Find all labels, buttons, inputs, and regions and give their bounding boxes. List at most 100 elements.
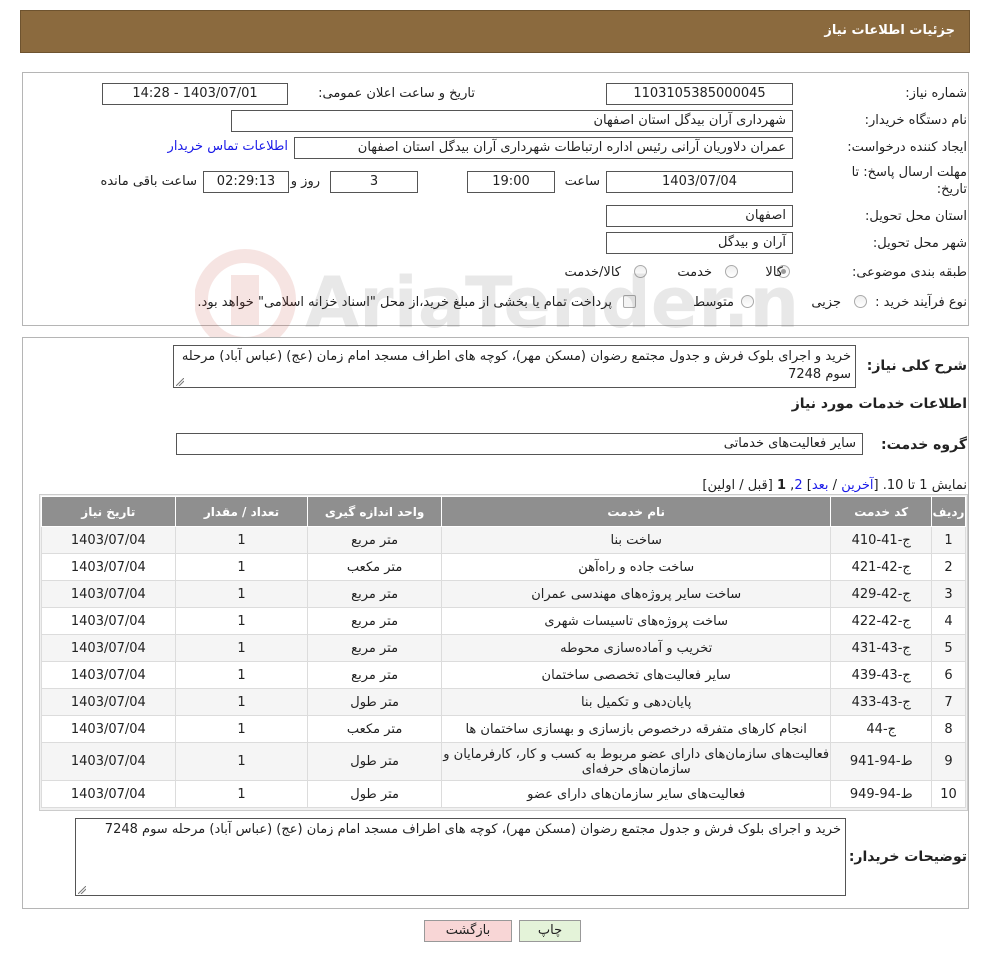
category-label: طبقه بندی موضوعی:	[851, 265, 967, 280]
paging-next-link[interactable]: بعد	[812, 478, 829, 493]
cell-need-date: 1403/07/04	[41, 526, 176, 554]
cell-unit: متر طول	[307, 780, 442, 808]
deadline-label: مهلت ارسال پاسخ: تا	[851, 165, 967, 180]
cell-unit: متر مربع	[307, 661, 442, 689]
cell-need-date: 1403/07/04	[41, 553, 176, 581]
category-radio-service[interactable]	[725, 265, 738, 278]
cell-service-name: انجام کارهای متفرقه درخصوص بازسازی و بهس…	[440, 715, 832, 743]
table-row: 4 ج-42-422 ساخت پروژه‌های تاسیسات شهری متر …	[41, 607, 967, 635]
cell-service-name: ساخت سایر پروژه‌های مهندسی عمران	[440, 580, 832, 608]
remaining-label: ساعت باقی مانده	[100, 174, 197, 189]
table-row: 9 ط-94-941 فعالیت‌های سازمان‌های دارای عضو…	[41, 742, 967, 781]
paging-last-link[interactable]: آخرین	[841, 478, 873, 493]
deadline-time-field: 19:00	[467, 171, 555, 193]
cell-service-code: ج-44	[830, 715, 932, 743]
process-option-medium: متوسط	[693, 295, 734, 310]
cell-row: 6	[930, 661, 967, 689]
treasury-payment-note: پرداخت تمام یا بخشی از مبلغ خرید،از محل …	[197, 295, 612, 310]
buyer-desc-text: خرید و اجرای بلوک فرش و جدول مجتمع رضوان…	[104, 822, 841, 837]
table-row: 10 ط-94-949 فعالیت‌های سایر سازمان‌های دار…	[41, 780, 967, 808]
category-option-service: خدمت	[677, 265, 712, 280]
process-radio-medium[interactable]	[741, 295, 754, 308]
cell-service-name: فعالیت‌های سایر سازمان‌های دارای عضو	[440, 780, 832, 808]
cell-need-date: 1403/07/04	[41, 715, 176, 743]
cell-quantity: 1	[174, 553, 309, 581]
cell-service-code: ط-94-941	[830, 742, 932, 781]
city-field: آران و بیدگل	[606, 232, 793, 254]
resize-handle-icon[interactable]	[176, 378, 184, 386]
cell-row: 1	[930, 526, 967, 554]
pagination: نمایش 1 تا 10. [آخرین / بعد] 2, 1 [قبل /…	[702, 478, 967, 493]
table-row: 2 ج-42-421 ساخت جاده و راه‌آهن متر مکعب 1 140…	[41, 553, 967, 581]
buyer-desc-label: توضیحات خریدار:	[848, 849, 967, 865]
cell-quantity: 1	[174, 742, 309, 781]
summary-textarea[interactable]: خرید و اجرای بلوک فرش و جدول مجتمع رضوان…	[173, 345, 856, 388]
buyer-desc-textarea[interactable]: خرید و اجرای بلوک فرش و جدول مجتمع رضوان…	[75, 818, 846, 896]
deadline-date-field: 1403/07/04	[606, 171, 793, 193]
cell-service-code: ج-42-422	[830, 607, 932, 635]
cell-quantity: 1	[174, 715, 309, 743]
paging-page-2-link[interactable]: 2	[794, 478, 802, 493]
col-need-date: تاریخ نیاز	[41, 496, 176, 527]
cell-quantity: 1	[174, 580, 309, 608]
table-row: 7 ج-43-433 پایان‌دهی و تکمیل بنا متر طول 1 14…	[41, 688, 967, 716]
buyer-org-field: شهرداری آران بیدگل استان اصفهان	[231, 110, 793, 132]
cell-row: 3	[930, 580, 967, 608]
cell-service-code: ج-42-421	[830, 553, 932, 581]
services-table: ردیف کد خدمت نام خدمت واحد اندازه گیری ت…	[41, 496, 967, 808]
cell-need-date: 1403/07/04	[41, 661, 176, 689]
cell-row: 4	[930, 607, 967, 635]
table-row: 1 ج-41-410 ساخت بنا متر مربع 1 1403/07/04	[41, 526, 967, 554]
back-button[interactable]: بازگشت	[424, 920, 512, 942]
process-radio-minor[interactable]	[854, 295, 867, 308]
requester-label: ایجاد کننده درخواست:	[847, 140, 967, 155]
resize-handle-icon[interactable]	[78, 886, 86, 894]
cell-service-name: سایر فعالیت‌های تخصصی ساختمان	[440, 661, 832, 689]
page-header: جزئیات اطلاعات نیاز	[20, 10, 970, 53]
cell-need-date: 1403/07/04	[41, 688, 176, 716]
paging-prev-first: [قبل / اولین]	[702, 478, 773, 493]
need-number-label: شماره نیاز:	[905, 86, 967, 101]
cell-row: 5	[930, 634, 967, 662]
days-field: 3	[330, 171, 418, 193]
table-row: 3 ج-42-429 ساخت سایر پروژه‌های مهندسی عمرا…	[41, 580, 967, 608]
remaining-time-field: 02:29:13	[203, 171, 289, 193]
cell-service-name: فعالیت‌های سازمان‌های دارای عضو مربوط به…	[440, 742, 832, 781]
paging-bracket-open: [	[873, 478, 879, 493]
cell-service-name: تخریب و آماده‌سازی محوطه	[440, 634, 832, 662]
buyer-org-label: نام دستگاه خریدار:	[864, 113, 967, 128]
services-title: اطلاعات خدمات مورد نیاز	[791, 396, 967, 412]
cell-unit: متر مربع	[307, 634, 442, 662]
cell-row: 10	[930, 780, 967, 808]
requester-field: عمران دلاوریان آرانی رئیس اداره ارتباطات…	[294, 137, 793, 159]
deadline-label-date: تاریخ:	[936, 182, 967, 197]
need-number-field: 1103105385000045	[606, 83, 793, 105]
col-unit: واحد اندازه گیری	[307, 496, 442, 527]
treasury-payment-checkbox[interactable]	[623, 295, 636, 308]
cell-unit: متر مکعب	[307, 715, 442, 743]
cell-quantity: 1	[174, 688, 309, 716]
cell-service-code: ج-41-410	[830, 526, 932, 554]
announce-label: تاریخ و ساعت اعلان عمومی:	[318, 86, 475, 101]
summary-label: شرح کلی نیاز:	[866, 358, 967, 374]
cell-quantity: 1	[174, 780, 309, 808]
buyer-contact-link[interactable]: اطلاعات تماس خریدار	[168, 139, 288, 154]
cell-unit: متر طول	[307, 688, 442, 716]
cell-service-name: ساخت جاده و راه‌آهن	[440, 553, 832, 581]
cell-quantity: 1	[174, 526, 309, 554]
cell-quantity: 1	[174, 607, 309, 635]
cell-unit: متر مربع	[307, 607, 442, 635]
cell-service-code: ج-43-431	[830, 634, 932, 662]
cell-service-code: ط-94-949	[830, 780, 932, 808]
col-service-name: نام خدمت	[440, 496, 832, 527]
category-radio-goods-service[interactable]	[634, 265, 647, 278]
cell-unit: متر مکعب	[307, 553, 442, 581]
paging-separator: /	[832, 478, 838, 493]
days-label: روز و	[290, 174, 320, 189]
cell-service-code: ج-43-439	[830, 661, 932, 689]
paging-current-page: 1	[776, 478, 787, 493]
print-button[interactable]: چاپ	[519, 920, 581, 942]
process-label: نوع فرآیند خرید :	[875, 295, 967, 310]
table-header-row: ردیف کد خدمت نام خدمت واحد اندازه گیری ت…	[41, 496, 967, 527]
category-option-goods-service: کالا/خدمت	[564, 265, 621, 280]
